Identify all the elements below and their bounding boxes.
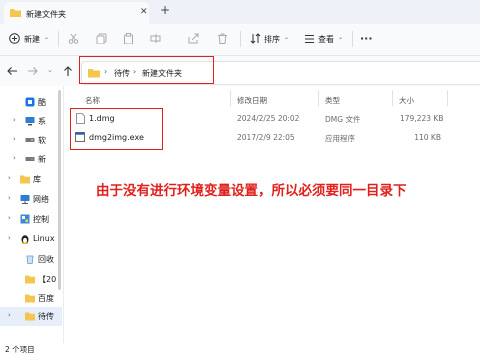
file-modified: 2024/2/25 20:02 (237, 114, 300, 123)
nav-item[interactable]: › 网络 (0, 190, 62, 209)
library-icon (20, 174, 30, 184)
paste-icon[interactable] (123, 33, 134, 44)
back-arrow-icon[interactable] (6, 66, 18, 76)
tab-active[interactable]: 新建文件夹 ✕ (4, 2, 149, 24)
drive-icon (25, 135, 35, 145)
nav-item[interactable]: › 软 (0, 131, 62, 150)
expand-chevron-icon[interactable]: › (8, 234, 11, 242)
expand-chevron-icon[interactable]: › (13, 135, 16, 143)
nav-item[interactable]: › 新 (0, 150, 62, 169)
delete-icon[interactable] (217, 33, 228, 44)
new-button-label: 新建 (24, 35, 40, 44)
column-header-name[interactable]: 名称 (85, 95, 100, 106)
nav-scrollbar[interactable] (58, 90, 61, 290)
sort-icon (250, 33, 261, 44)
app-icon (25, 97, 35, 107)
expand-chevron-icon[interactable]: › (13, 116, 16, 124)
nav-item[interactable]: 百度 (0, 289, 62, 308)
close-tab-icon[interactable]: ✕ (140, 7, 148, 17)
chevron-down-icon: ⌄ (338, 34, 344, 41)
pc-icon (25, 116, 35, 126)
chevron-down-icon: ⌄ (284, 34, 290, 41)
new-button[interactable]: 新建 ⌄ (6, 31, 52, 47)
pane-divider[interactable] (63, 86, 64, 343)
copy-icon[interactable] (96, 33, 107, 44)
file-type: 应用程序 (325, 134, 355, 143)
annotation-text: 由于没有进行环境变量设置，所以必须要同一目录下 (96, 183, 407, 199)
file-type: DMG 文件 (325, 115, 361, 124)
nav-item[interactable]: › Linux (0, 230, 62, 249)
files-highlight (70, 108, 163, 150)
folder-icon (10, 8, 21, 17)
view-icon (304, 34, 315, 44)
column-header-size[interactable]: 大小 (399, 95, 414, 106)
tab-title: 新建文件夹 (26, 10, 66, 19)
nav-item[interactable]: 酷 (0, 93, 62, 112)
expand-chevron-icon[interactable]: › (8, 174, 11, 182)
nav-item[interactable]: › 库 (0, 170, 62, 189)
expand-chevron-icon[interactable]: › (8, 311, 11, 319)
folder-icon (25, 293, 35, 303)
drive-icon (25, 154, 35, 164)
column-header-type[interactable]: 类型 (325, 95, 340, 106)
new-tab-button[interactable]: + (160, 3, 170, 17)
more-options-button[interactable]: ··· (360, 32, 373, 45)
file-size: 179,223 KB (400, 114, 444, 123)
folder-icon (25, 274, 35, 284)
address-highlight (79, 56, 214, 84)
control-panel-icon (20, 214, 30, 224)
navigation-pane: 酷 › 系 › 软 › 新 › 库 › 网络 › 控制 › Linux 回收 【… (0, 86, 62, 344)
forward-arrow-icon[interactable] (27, 66, 39, 76)
nav-item[interactable]: 【20 (0, 270, 62, 289)
recent-locations-icon[interactable]: ⌄ (47, 66, 53, 74)
expand-chevron-icon[interactable]: › (8, 194, 11, 202)
share-icon[interactable] (188, 33, 199, 44)
status-bar (0, 343, 480, 355)
view-button[interactable]: 查看 ⌄ (302, 31, 348, 47)
nav-item[interactable]: 回收 (0, 250, 62, 269)
rename-icon[interactable] (150, 33, 161, 44)
sort-button[interactable]: 排序 ⌄ (248, 31, 292, 47)
expand-chevron-icon[interactable]: › (13, 154, 16, 162)
view-button-label: 查看 (318, 35, 334, 44)
file-size: 110 KB (414, 133, 441, 142)
plus-circle-icon (9, 33, 20, 44)
column-header-modified[interactable]: 修改日期 (237, 95, 267, 106)
network-icon (20, 194, 30, 204)
recycle-bin-icon (25, 254, 35, 264)
file-modified: 2017/2/9 22:05 (237, 133, 295, 142)
sort-button-label: 排序 (264, 35, 280, 44)
nav-item[interactable]: › 系 (0, 112, 62, 131)
nav-item-selected[interactable]: › 待传 (0, 307, 62, 326)
nav-item[interactable]: › 控制 (0, 210, 62, 229)
item-count: 2 个项目 (5, 345, 35, 354)
cut-icon[interactable] (68, 33, 79, 44)
chevron-down-icon: ⌄ (44, 34, 50, 41)
expand-chevron-icon[interactable]: › (8, 214, 11, 222)
up-arrow-icon[interactable] (63, 65, 73, 77)
folder-icon (25, 311, 35, 321)
linux-icon (20, 234, 30, 244)
